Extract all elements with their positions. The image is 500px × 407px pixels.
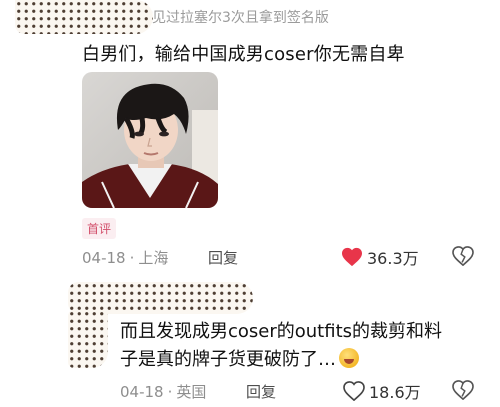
- comment-username[interactable]: 见过拉塞尔3次且拿到签名版: [152, 7, 329, 27]
- like-count: 36.3万: [367, 249, 419, 268]
- comment-date: 04-18: [120, 383, 164, 401]
- portrait-photo: [82, 72, 218, 208]
- heart-outline-icon: [343, 381, 365, 401]
- comment-meta: 04-18 · 上海: [82, 249, 169, 267]
- like-button[interactable]: 18.6万: [343, 379, 421, 403]
- reply-button[interactable]: 回复: [208, 247, 238, 268]
- comment-location: 上海: [138, 249, 169, 267]
- comment-date: 04-18: [82, 249, 126, 267]
- comment-meta: 04-18 · 英国: [120, 383, 207, 401]
- like-count: 18.6万: [369, 383, 421, 402]
- broken-heart-icon: [452, 246, 474, 267]
- comment-line: 子是真的牌子货更破防了…: [120, 349, 336, 370]
- avatar-censor: [68, 310, 108, 368]
- like-button[interactable]: 36.3万: [341, 245, 419, 269]
- broken-heart-icon: [452, 380, 474, 401]
- comment-line: 而且发现成男coser的outfits的裁剪和料: [120, 321, 443, 342]
- rofl-emoji-icon: [339, 348, 359, 368]
- comment-text: 白男们，输给中国成男coser你无需自卑: [82, 44, 405, 65]
- comment-location: 英国: [176, 383, 207, 401]
- reply-button[interactable]: 回复: [246, 381, 276, 402]
- first-comment-badge: 首评: [82, 218, 117, 239]
- username-censor: [15, 0, 153, 34]
- comment-image[interactable]: [82, 72, 218, 208]
- heart-filled-icon: [342, 247, 362, 267]
- comment-text: 而且发现成男coser的outfits的裁剪和料 子是真的牌子货更破防了…: [120, 318, 490, 374]
- dislike-button[interactable]: [452, 246, 474, 270]
- dislike-button[interactable]: [452, 380, 474, 404]
